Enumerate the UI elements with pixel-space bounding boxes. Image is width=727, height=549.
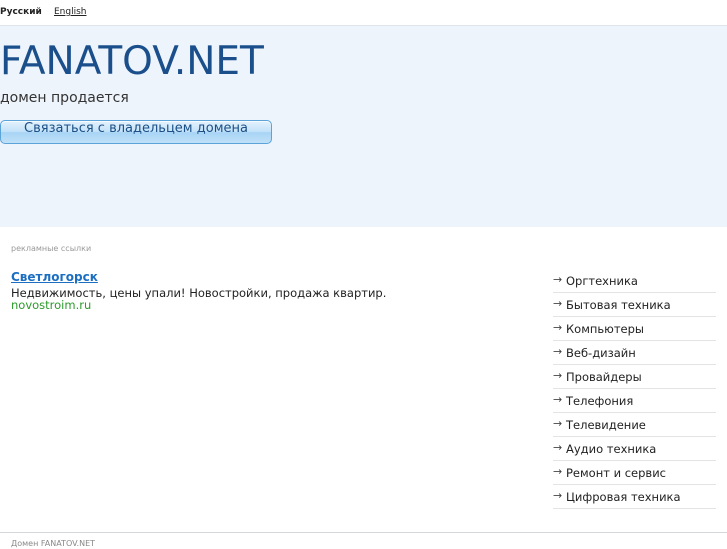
category-item-television[interactable]: → Телевидение (553, 413, 716, 437)
footer-divider (0, 532, 727, 533)
domain-for-sale-text: домен продается (0, 90, 129, 106)
language-english-link[interactable]: English (54, 7, 87, 18)
category-label: Провайдеры (566, 370, 642, 384)
category-list: → Оргтехника → Бытовая техника → Компьют… (553, 269, 716, 509)
language-bar: Русский English (0, 0, 727, 26)
category-label: Оргтехника (566, 274, 638, 288)
arrow-right-icon: → (553, 297, 563, 310)
category-item-repair-service[interactable]: → Ремонт и сервис (553, 461, 716, 485)
contact-owner-button[interactable]: Связаться с владельцем домена (0, 120, 272, 144)
arrow-right-icon: → (553, 465, 563, 478)
category-item-audio[interactable]: → Аудио техника (553, 437, 716, 461)
category-item-home-appliances[interactable]: → Бытовая техника (553, 293, 716, 317)
category-label: Веб-дизайн (566, 346, 636, 360)
arrow-right-icon: → (553, 417, 563, 430)
footer-text: Домен FANATOV.NET (11, 539, 96, 548)
language-russian[interactable]: Русский (0, 7, 42, 18)
category-item-digital[interactable]: → Цифровая техника (553, 485, 716, 509)
ads-label: рекламные ссылки (11, 244, 92, 253)
category-label: Ремонт и сервис (566, 466, 666, 480)
ad-url-link[interactable]: novostroim.ru (11, 298, 91, 312)
arrow-right-icon: → (553, 321, 563, 334)
hero-section: FANATOV.NET домен продается Связаться с … (0, 26, 727, 227)
ad-title-link[interactable]: Светлогорск (11, 270, 98, 284)
category-item-office-equipment[interactable]: → Оргтехника (553, 269, 716, 293)
category-label: Бытовая техника (566, 298, 671, 312)
category-item-computers[interactable]: → Компьютеры (553, 317, 716, 341)
site-title: FANATOV.NET (0, 39, 264, 84)
category-item-providers[interactable]: → Провайдеры (553, 365, 716, 389)
arrow-right-icon: → (553, 369, 563, 382)
category-item-web-design[interactable]: → Веб-дизайн (553, 341, 716, 365)
category-label: Аудио техника (566, 442, 657, 456)
category-label: Цифровая техника (566, 490, 681, 504)
category-label: Телефония (566, 394, 634, 408)
arrow-right-icon: → (553, 489, 563, 502)
arrow-right-icon: → (553, 393, 563, 406)
arrow-right-icon: → (553, 441, 563, 454)
category-label: Компьютеры (566, 322, 645, 336)
arrow-right-icon: → (553, 273, 563, 286)
arrow-right-icon: → (553, 345, 563, 358)
category-item-telephony[interactable]: → Телефония (553, 389, 716, 413)
category-label: Телевидение (566, 418, 646, 432)
